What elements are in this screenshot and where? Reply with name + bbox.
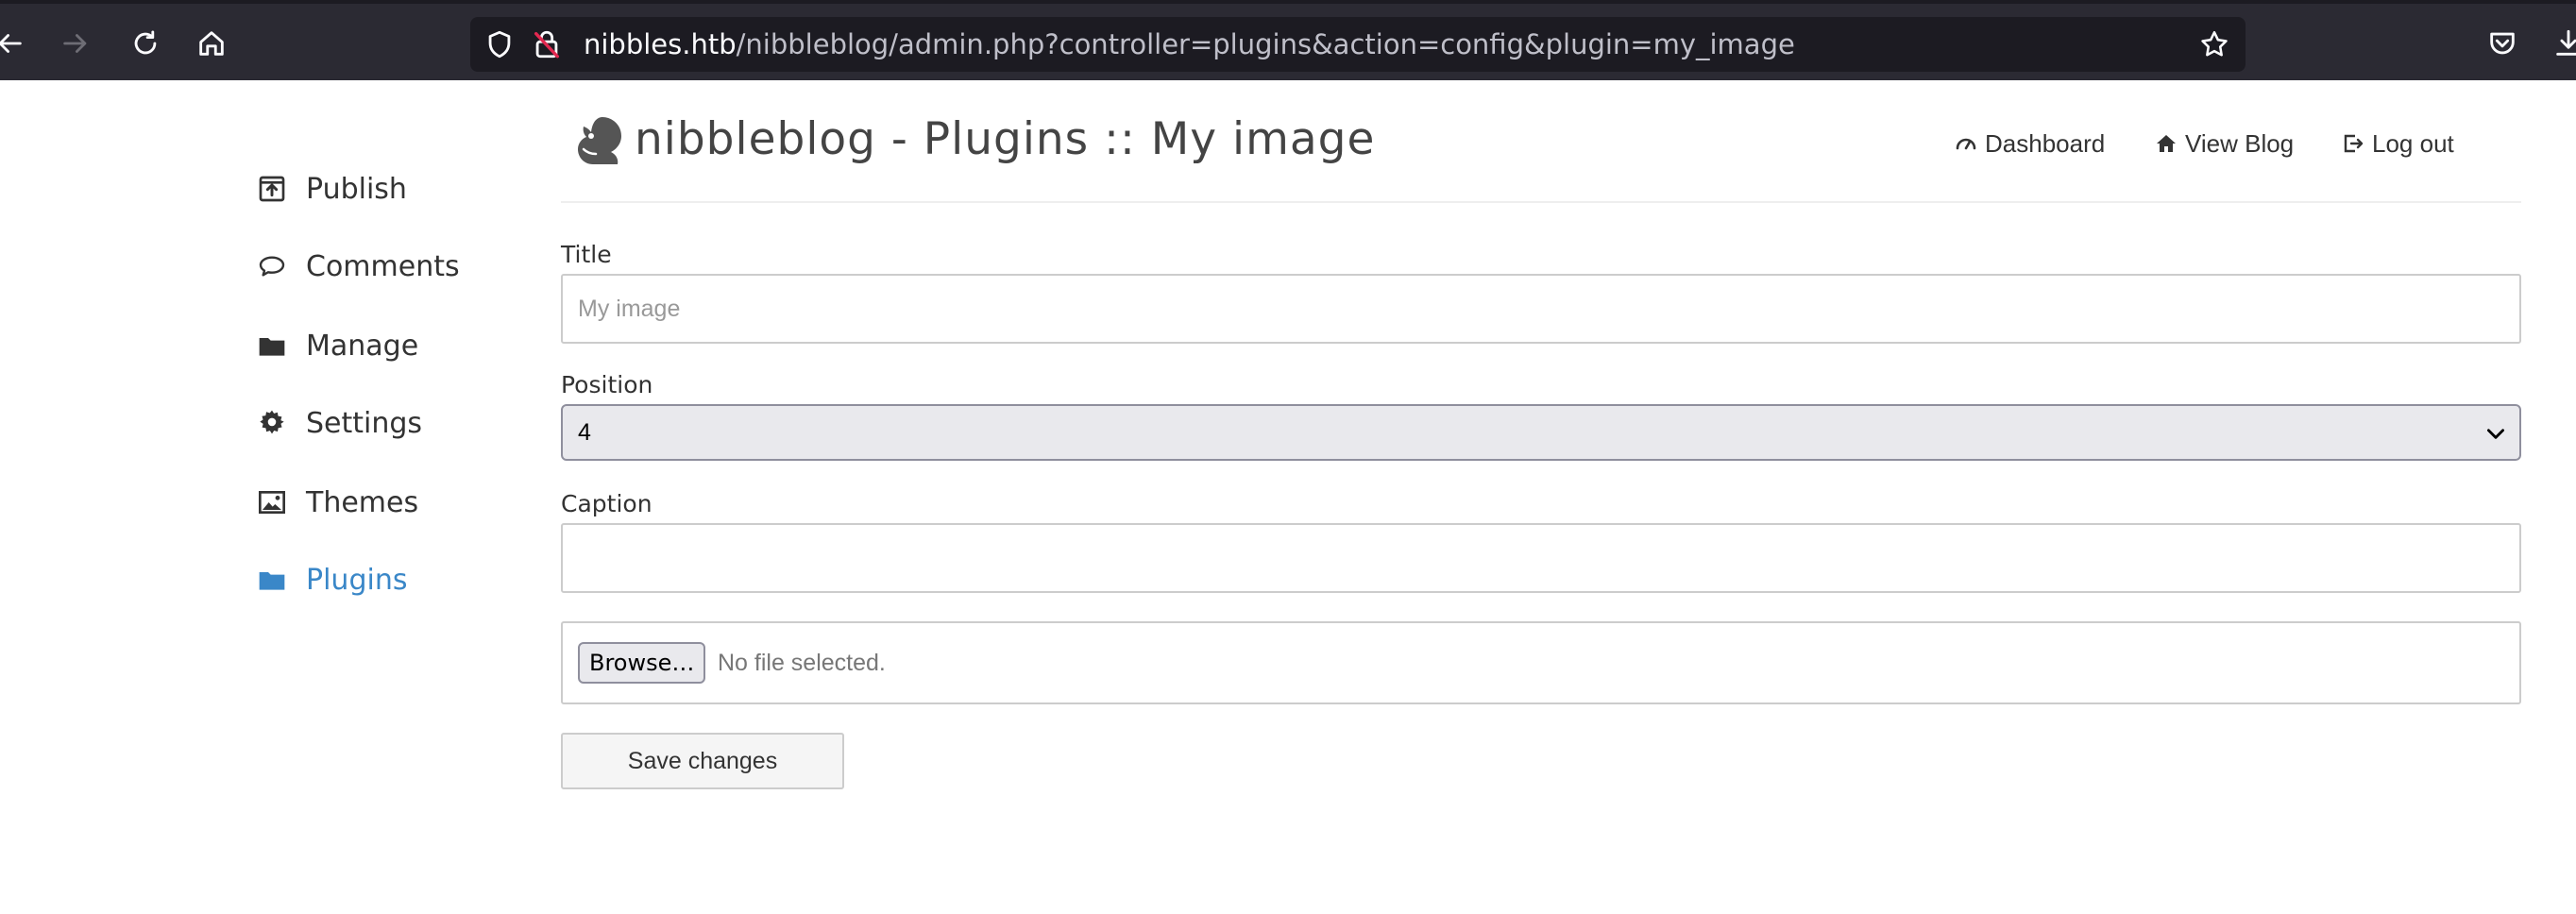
folder-icon [255,563,289,597]
title-label: Title [561,241,612,268]
position-selected-value: 4 [578,418,591,446]
logout-link-label: Log out [2372,128,2454,158]
file-upload-field: Browse… No file selected. [561,621,2521,704]
dashboard-link-label: Dashboard [1985,128,2106,158]
title-input[interactable] [561,274,2521,344]
insecure-lock-icon[interactable] [531,28,563,60]
sidebar-item-label: Comments [306,249,460,283]
sidebar-item-manage[interactable]: Manage [255,317,418,374]
position-select[interactable]: 4 [561,404,2521,461]
folder-icon [255,329,289,363]
sidebar-item-publish[interactable]: Publish [255,161,407,217]
pocket-icon[interactable] [2482,23,2523,64]
comment-icon [255,249,289,283]
home-icon[interactable] [191,23,232,64]
sidebar-item-comments[interactable]: Comments [255,238,460,295]
caption-label: Caption [561,490,652,517]
gear-icon [255,406,289,440]
view-blog-link[interactable]: View Blog [2155,125,2294,162]
sidebar-item-label: Publish [306,172,407,206]
position-label: Position [561,371,653,398]
forward-arrow-icon[interactable] [55,23,96,64]
nibbleblog-logo-icon [574,113,625,168]
back-arrow-icon[interactable] [0,23,30,64]
caption-input[interactable] [561,523,2521,593]
home-icon [2157,135,2176,152]
image-icon [255,485,289,519]
url-path: /nibbleblog/admin.php?controller=plugins… [736,28,1795,60]
sidebar-item-plugins[interactable]: Plugins [255,551,407,608]
publish-icon [255,172,289,206]
browse-button[interactable]: Browse… [578,642,706,684]
sidebar-item-label: Plugins [306,563,408,597]
sidebar-item-label: Themes [306,485,419,519]
file-status-text: No file selected. [718,650,886,676]
download-icon[interactable] [2548,23,2576,64]
bookmark-star-icon[interactable] [2198,28,2230,60]
logout-link[interactable]: Log out [2342,125,2454,162]
sidebar-item-label: Settings [306,406,423,440]
view-blog-link-label: View Blog [2185,128,2295,158]
url-text[interactable]: nibbles.htb/nibbleblog/admin.php?control… [584,17,1795,72]
sidebar-item-label: Manage [306,329,419,363]
url-bar[interactable]: nibbles.htb/nibbleblog/admin.php?control… [470,17,2246,72]
reload-icon[interactable] [125,23,166,64]
chevron-down-icon [2487,429,2504,439]
shield-icon[interactable] [483,28,516,60]
dashboard-gauge-icon [1956,138,1976,150]
page-title: nibbleblog - Plugins :: My image [635,113,1376,165]
dashboard-link[interactable]: Dashboard [1955,125,2105,162]
header-divider [561,201,2521,203]
browser-toolbar: nibbles.htb/nibbleblog/admin.php?control… [0,0,2576,80]
save-changes-button[interactable]: Save changes [561,733,844,789]
url-host: nibbles.htb [584,28,737,60]
sidebar-item-themes[interactable]: Themes [255,474,418,531]
logout-icon [2344,134,2364,153]
sidebar-item-settings[interactable]: Settings [255,395,422,451]
